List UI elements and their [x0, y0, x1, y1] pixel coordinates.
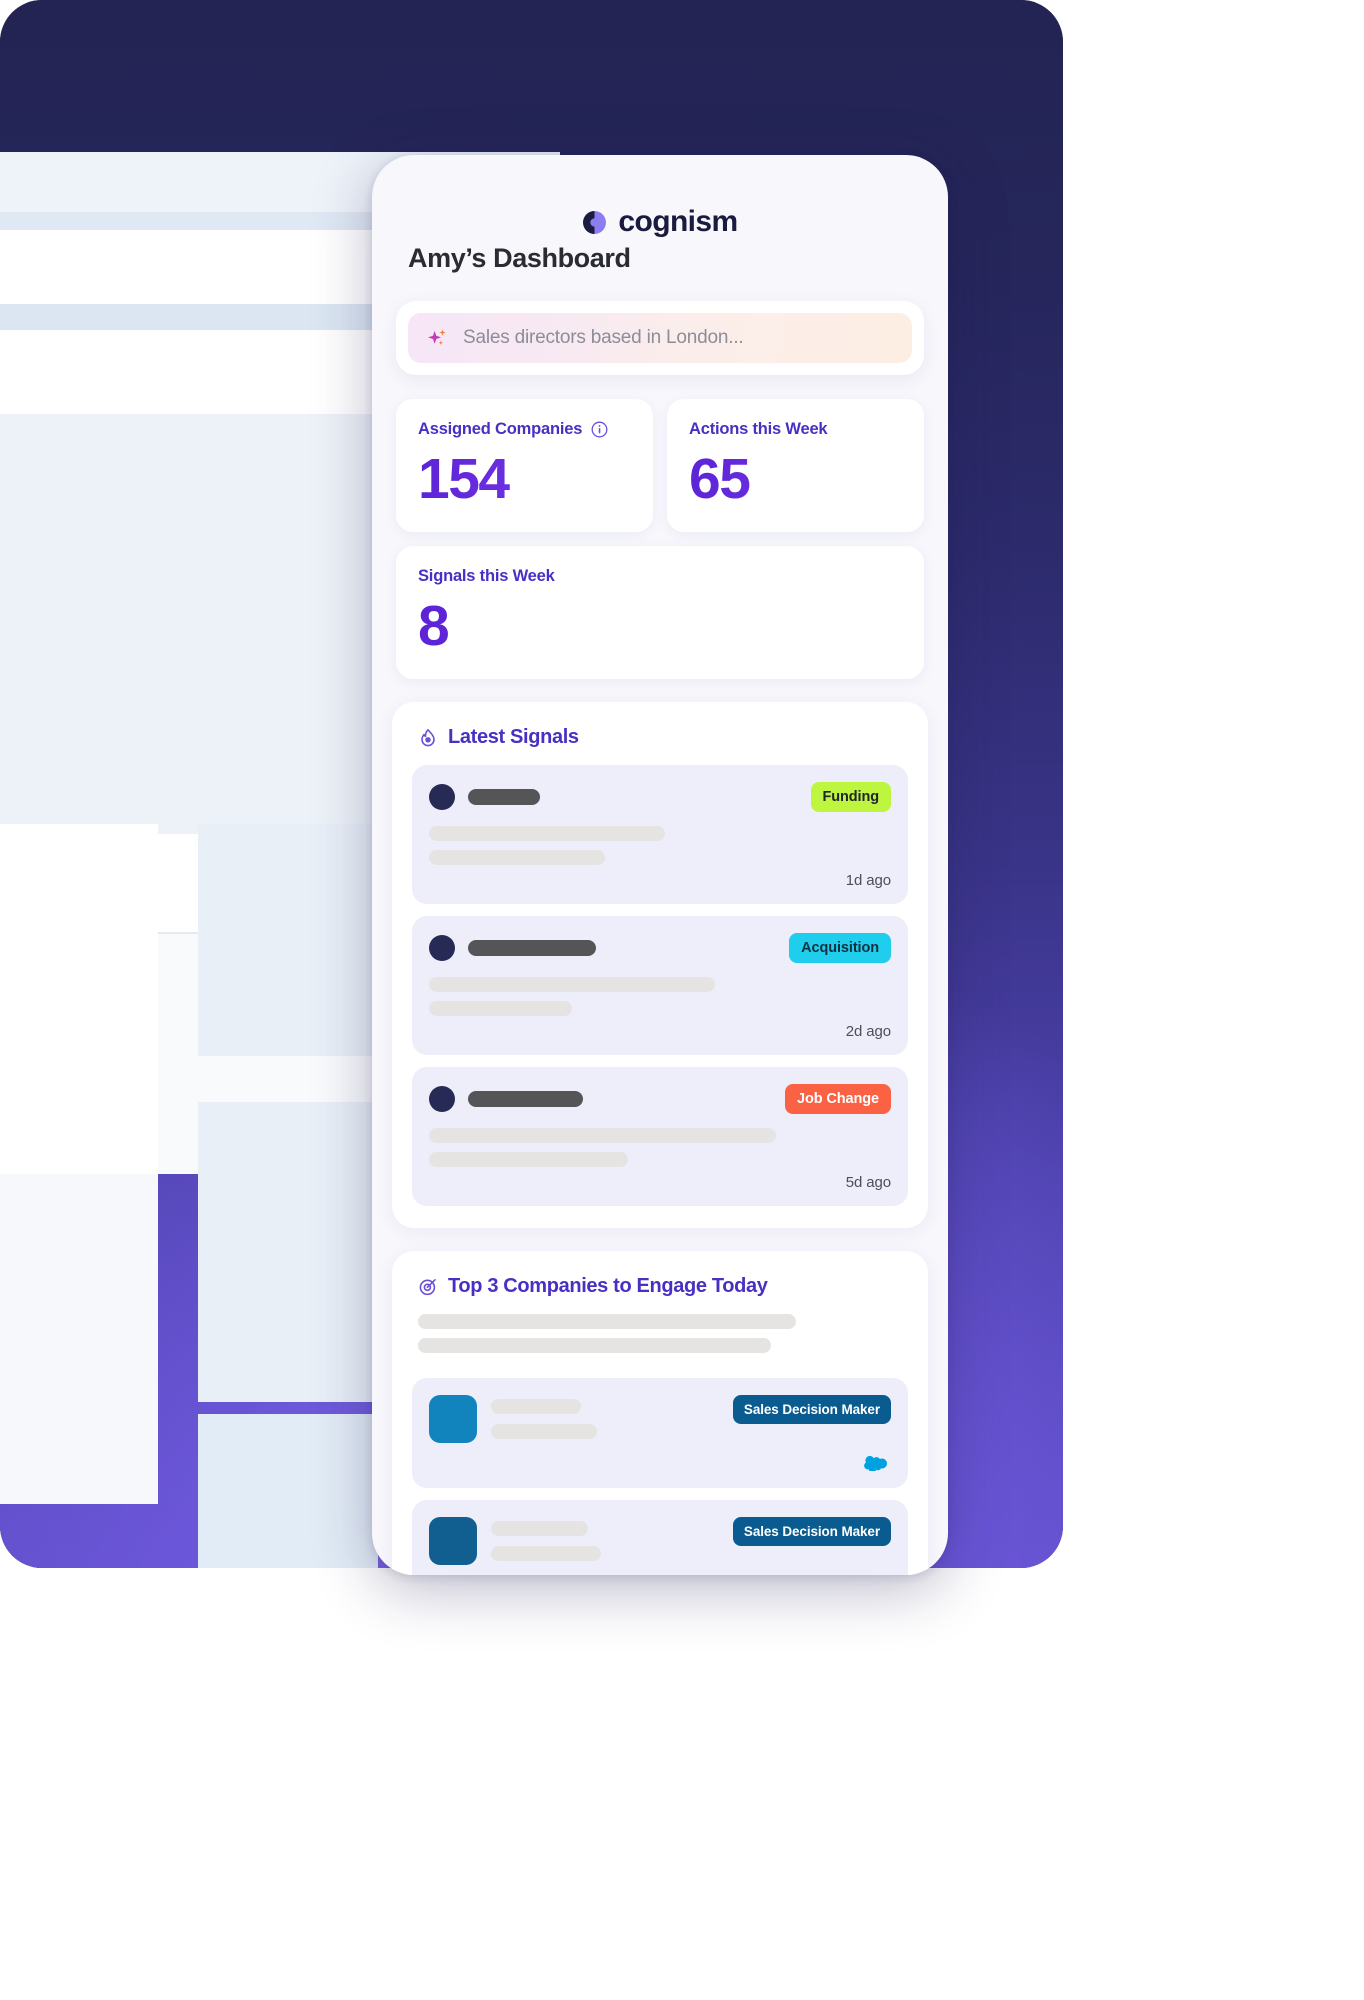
- stat-value: 65: [689, 451, 902, 508]
- signal-detail-placeholder: [429, 826, 665, 841]
- stats-row: Assigned Companies 154 Actions this Week…: [396, 399, 924, 532]
- target-icon: [419, 1278, 436, 1295]
- signal-row-top: Job Change: [429, 1084, 891, 1114]
- role-badge[interactable]: Sales Decision Maker: [732, 1395, 891, 1424]
- company-name-placeholder: [491, 1521, 588, 1536]
- company-row[interactable]: Sales Decision Maker: [412, 1500, 908, 1575]
- signal-row[interactable]: Acquisition 2d ago: [412, 916, 908, 1055]
- company-detail-placeholder: [491, 1424, 597, 1439]
- company-name-placeholder: [468, 789, 540, 805]
- stat-card-signals-this-week[interactable]: Signals this Week 8: [396, 546, 924, 679]
- avatar: [429, 784, 455, 810]
- top-companies-intro: [412, 1314, 908, 1366]
- top-companies-panel: Top 3 Companies to Engage Today Sales De…: [392, 1251, 928, 1575]
- stat-value: 8: [418, 598, 902, 655]
- avatar: [429, 1086, 455, 1112]
- signal-detail-placeholder: [429, 1152, 628, 1167]
- stat-header: Assigned Companies: [418, 420, 631, 439]
- signal-identity: [429, 935, 596, 961]
- signal-identity: [429, 1086, 583, 1112]
- signal-timestamp: 1d ago: [845, 872, 891, 889]
- stat-card-actions-this-week[interactable]: Actions this Week 65: [667, 399, 924, 532]
- top-companies-header: Top 3 Companies to Engage Today: [412, 1275, 908, 1298]
- stat-header: Actions this Week: [689, 420, 902, 439]
- latest-signals-header: Latest Signals: [412, 726, 908, 749]
- ai-search-container[interactable]: Sales directors based in London...: [396, 301, 924, 375]
- company-identity: [429, 1517, 721, 1565]
- signal-detail-placeholder: [429, 1001, 573, 1016]
- status-badge[interactable]: Funding: [810, 782, 891, 812]
- stat-value: 154: [418, 451, 631, 508]
- flame-icon: [421, 728, 435, 746]
- signal-row-top: Acquisition: [429, 933, 891, 963]
- status-badge[interactable]: Acquisition: [789, 933, 891, 963]
- brand-header: cognism: [372, 155, 948, 255]
- cognism-logo-icon: [583, 210, 607, 234]
- stat-label: Assigned Companies: [418, 420, 583, 438]
- company-name-placeholder: [491, 1399, 581, 1414]
- ai-search-field[interactable]: Sales directors based in London...: [408, 313, 912, 363]
- top-companies-title: Top 3 Companies to Engage Today: [448, 1275, 768, 1297]
- signal-row-top: Funding: [429, 782, 891, 812]
- signal-timestamp: 2d ago: [845, 1023, 891, 1040]
- avatar: [429, 935, 455, 961]
- company-detail-placeholder: [491, 1546, 602, 1561]
- company-name-placeholder: [468, 940, 596, 956]
- company-logo: [429, 1395, 477, 1443]
- info-circle-icon[interactable]: [591, 421, 608, 438]
- stat-header: Signals this Week: [418, 567, 902, 586]
- company-row-top: Sales Decision Maker: [429, 1395, 891, 1443]
- page-title: Amy’s Dashboard: [408, 243, 631, 273]
- signal-detail-placeholder: [429, 850, 605, 865]
- company-logo: [429, 1517, 477, 1565]
- intro-line-placeholder: [418, 1338, 772, 1353]
- company-row[interactable]: Sales Decision Maker: [412, 1378, 908, 1488]
- role-badge[interactable]: Sales Decision Maker: [732, 1517, 891, 1546]
- intro-line-placeholder: [418, 1314, 796, 1329]
- phone-device: cognism Amy’s Dashboard Sales directors …: [372, 155, 948, 1575]
- company-name-block: [491, 1395, 721, 1443]
- company-row-top: Sales Decision Maker: [429, 1517, 891, 1565]
- stat-label: Signals this Week: [418, 567, 555, 585]
- signal-timestamp: 5d ago: [845, 1174, 891, 1191]
- ai-search-text: Sales directors based in London...: [463, 327, 744, 348]
- stat-label: Actions this Week: [689, 420, 828, 438]
- brand-name: cognism: [618, 205, 738, 238]
- signal-detail-placeholder: [429, 977, 716, 992]
- latest-signals-title: Latest Signals: [448, 726, 579, 748]
- company-name-block: [491, 1517, 721, 1565]
- signal-row[interactable]: Funding 1d ago: [412, 765, 908, 904]
- company-identity: [429, 1395, 721, 1443]
- crm-indicator: [429, 1454, 891, 1471]
- latest-signals-panel: Latest Signals Funding 1d ago Acquisitio…: [392, 702, 928, 1228]
- signal-detail-placeholder: [429, 1128, 776, 1143]
- company-name-placeholder: [468, 1091, 583, 1107]
- salesforce-icon: [864, 1455, 887, 1471]
- ai-sparkle-icon: [428, 328, 446, 345]
- status-badge[interactable]: Job Change: [785, 1084, 891, 1114]
- signal-identity: [429, 784, 540, 810]
- signal-row[interactable]: Job Change 5d ago: [412, 1067, 908, 1206]
- stat-card-assigned-companies[interactable]: Assigned Companies 154: [396, 399, 653, 532]
